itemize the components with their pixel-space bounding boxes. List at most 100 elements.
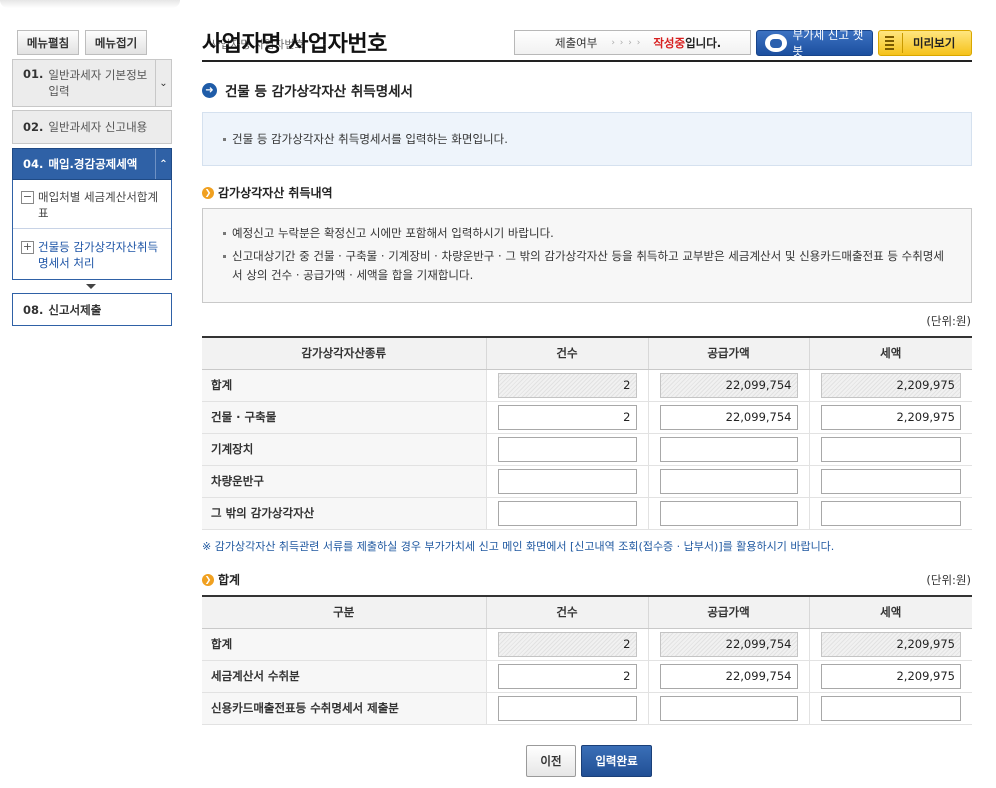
count-input[interactable] bbox=[497, 500, 637, 526]
sub-heading-acquisition: ❯ 감가상각자산 취득내역 bbox=[202, 184, 333, 201]
menu-number: 02. bbox=[23, 120, 44, 134]
table-header-row: 감가상각자산종류 건수 공급가액 세액 bbox=[202, 336, 972, 370]
menu-label: 신고서제출 bbox=[48, 302, 102, 317]
sub-heading-total: ❯ 합계 bbox=[202, 571, 240, 588]
supply-field-readonly: 22,099,754 bbox=[659, 372, 798, 398]
submenu-label: 매입처별 세금계산서합계표 bbox=[38, 190, 159, 220]
chevron-down-icon[interactable]: ⌄ bbox=[155, 60, 171, 106]
title-underline bbox=[202, 60, 972, 62]
count-input[interactable]: 2 bbox=[497, 404, 637, 430]
row-label: 기계장치 bbox=[202, 433, 486, 466]
menu-number: 08. bbox=[23, 302, 44, 317]
bullet-icon bbox=[223, 137, 226, 141]
status-label: 제출여부 bbox=[555, 35, 598, 50]
tax-field-readonly: 2,209,975 bbox=[820, 372, 961, 398]
table-row: 신용카드매출전표등 수취명세서 제출분 bbox=[202, 692, 972, 725]
chevron-circle-icon: ❯ bbox=[202, 186, 214, 199]
menu-label: 일반과세자 신고내용 bbox=[48, 120, 148, 134]
chatbot-icon bbox=[765, 34, 787, 52]
table-row: 그 밖의 감가상각자산 bbox=[202, 497, 972, 530]
submenu-label: 건물등 감가상각자산취득명세서 처리 bbox=[38, 240, 159, 270]
sidebar-item-submit[interactable]: 08. 신고서제출 bbox=[12, 293, 172, 326]
sidebar-item-report-content[interactable]: 02. 일반과세자 신고내용 bbox=[12, 110, 172, 144]
supply-input[interactable] bbox=[659, 436, 798, 462]
menu-number: 04. bbox=[23, 157, 44, 171]
row-label: 합계 bbox=[202, 628, 486, 661]
prev-button[interactable]: 이전 bbox=[526, 745, 576, 777]
supply-input[interactable] bbox=[659, 500, 798, 526]
arrows-icon: › › › › bbox=[611, 37, 642, 48]
bullet-icon bbox=[223, 255, 226, 258]
count-field-readonly: 2 bbox=[497, 372, 637, 398]
tax-input[interactable] bbox=[820, 436, 961, 462]
tax-field-readonly: 2,209,975 bbox=[820, 631, 961, 657]
preview-button[interactable]: 미리보기 bbox=[878, 30, 972, 56]
chevron-circle-icon: ❯ bbox=[202, 573, 214, 586]
divider bbox=[13, 228, 171, 229]
submenu-item-depreciable-assets[interactable]: + 건물등 감가상각자산취득명세서 처리 bbox=[21, 239, 161, 271]
supply-field-readonly: 22,099,754 bbox=[659, 631, 798, 657]
row-label: 합계 bbox=[202, 369, 486, 402]
table-row: 합계 2 22,099,754 2,209,975 bbox=[202, 628, 972, 661]
row-label: 건물 · 구축물 bbox=[202, 401, 486, 434]
tax-input[interactable] bbox=[820, 500, 961, 526]
status-suffix: 입니다. bbox=[685, 35, 722, 50]
count-input[interactable] bbox=[497, 468, 637, 494]
submenu-panel: − 매입처별 세금계산서합계표 + 건물등 감가상각자산취득명세서 처리 bbox=[12, 180, 172, 280]
row-label: 세금계산서 수취분 bbox=[202, 660, 486, 693]
supply-input[interactable] bbox=[659, 695, 798, 721]
submenu-item-tax-invoice-summary[interactable]: − 매입처별 세금계산서합계표 bbox=[21, 189, 161, 221]
menu-expand-button[interactable]: 메뉴펼침 bbox=[17, 30, 79, 55]
count-input[interactable]: 2 bbox=[497, 663, 637, 689]
column-header: 건수 bbox=[485, 336, 648, 370]
bullet-icon bbox=[223, 232, 226, 235]
notice-item: 신고대상기간 중 건물 · 구축물 · 기계장비 · 차량운반구 · 그 밖의 … bbox=[223, 247, 951, 285]
sidebar-item-basic-info[interactable]: 01. 일반과세자 기본정보 입력 ⌄ bbox=[12, 59, 172, 107]
plus-icon[interactable]: + bbox=[21, 241, 34, 254]
sum-title: 합계 bbox=[218, 573, 241, 587]
sidebar-item-purchase-deduction[interactable]: 04. 매입.경감공제세액 ⌃ bbox=[12, 148, 172, 180]
table-header-row: 구분 건수 공급가액 세액 bbox=[202, 595, 972, 629]
menu-label: 일반과세자 기본정보 입력 bbox=[48, 68, 148, 98]
tax-input[interactable]: 2,209,975 bbox=[820, 404, 961, 430]
menu-label: 매입.경감공제세액 bbox=[48, 157, 138, 171]
tax-input[interactable] bbox=[820, 695, 961, 721]
chevron-up-icon[interactable]: ⌃ bbox=[155, 149, 171, 179]
intro-box: 건물 등 감가상각자산 취득명세서를 입력하는 화면입니다. bbox=[202, 112, 972, 166]
sub-title: 감가상각자산 취득내역 bbox=[218, 186, 333, 200]
count-input[interactable] bbox=[497, 436, 637, 462]
notice-text: 예정신고 누락분은 확정신고 시에만 포함해서 입력하시기 바랍니다. bbox=[232, 226, 554, 240]
menu-number: 01. bbox=[23, 67, 44, 81]
tax-input[interactable]: 2,209,975 bbox=[820, 663, 961, 689]
table-row: 차량운반구 bbox=[202, 465, 972, 498]
notice-text: 신고대상기간 중 건물 · 구축물 · 기계장비 · 차량운반구 · 그 밖의 … bbox=[232, 249, 944, 282]
table-row: 세금계산서 수취분 2 22,099,754 2,209,975 bbox=[202, 660, 972, 693]
triangle-down-icon bbox=[86, 284, 96, 289]
table-row: 기계장치 bbox=[202, 433, 972, 466]
minus-icon[interactable]: − bbox=[21, 191, 34, 204]
total-table: 구분 건수 공급가액 세액 합계 2 22,099,754 2,209,975 … bbox=[202, 595, 972, 725]
page-title: 사업자명 사업자번호 bbox=[202, 32, 387, 57]
status-value: 작성중 bbox=[653, 35, 686, 50]
supply-input[interactable]: 22,099,754 bbox=[659, 663, 798, 689]
section-heading: ➜ 건물 등 감가상각자산 취득명세서 bbox=[202, 80, 413, 100]
unit-label: (단위:원) bbox=[926, 573, 971, 587]
count-input[interactable] bbox=[497, 695, 637, 721]
menu-collapse-button[interactable]: 메뉴접기 bbox=[85, 30, 147, 55]
supply-input[interactable]: 22,099,754 bbox=[659, 404, 798, 430]
column-header: 감가상각자산종류 bbox=[202, 336, 486, 370]
tax-input[interactable] bbox=[820, 468, 961, 494]
top-shadow bbox=[0, 0, 180, 8]
column-header: 건수 bbox=[485, 595, 648, 629]
row-label: 신용카드매출전표등 수취명세서 제출분 bbox=[202, 692, 486, 725]
complete-input-button[interactable]: 입력완료 bbox=[581, 745, 652, 777]
table-row: 건물 · 구축물 2 22,099,754 2,209,975 bbox=[202, 401, 972, 434]
row-label: 차량운반구 bbox=[202, 465, 486, 498]
column-header: 공급가액 bbox=[647, 336, 809, 370]
chatbot-label: 부가세 신고 챗봇 bbox=[792, 28, 864, 58]
preview-label: 미리보기 bbox=[913, 36, 956, 50]
column-header: 공급가액 bbox=[647, 595, 809, 629]
chatbot-button[interactable]: 부가세 신고 챗봇 bbox=[756, 28, 873, 58]
supply-input[interactable] bbox=[659, 468, 798, 494]
submission-status: 제출여부 › › › › 작성중 입니다. bbox=[514, 30, 751, 55]
